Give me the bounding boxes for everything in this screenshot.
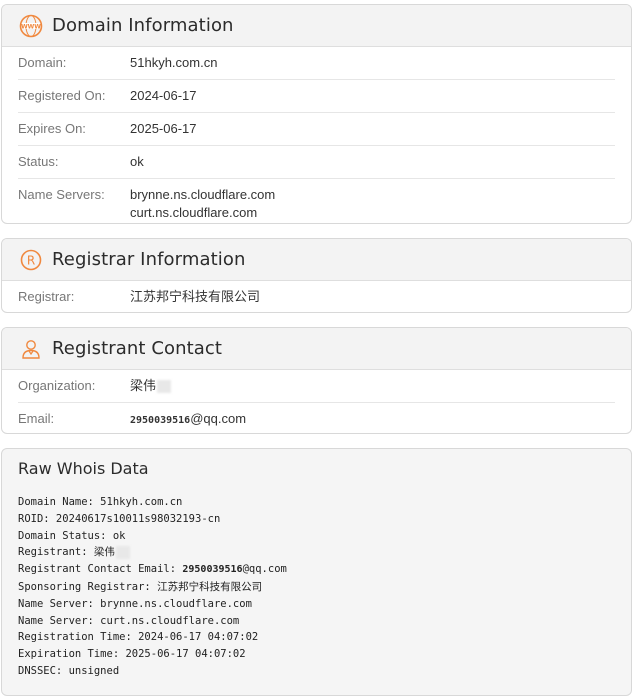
raw-registrant-text: Registrant: 梁伟	[18, 546, 115, 559]
redacted-block	[157, 380, 172, 394]
registrar-information-header: R Registrar Information	[2, 239, 631, 281]
expires-on-label: Expires On:	[18, 121, 86, 136]
domain-row: Domain: 51hkyh.com.cn	[18, 47, 615, 80]
organization-text: 梁伟	[130, 378, 157, 393]
name-server-1[interactable]: brynne.ns.cloudflare.com	[130, 186, 275, 204]
raw-line-domain-status: Domain Status: ok	[18, 529, 126, 542]
expires-on-value: 2025-06-17	[130, 121, 197, 136]
registrant-contact-header: Registrant Contact	[2, 328, 631, 370]
email-number: 2950039516	[130, 415, 191, 426]
raw-whois-card: Raw Whois Data Domain Name: 51hkyh.com.c…	[1, 448, 632, 696]
registrar-row: Registrar: 江苏邦宁科技有限公司	[18, 281, 615, 312]
email-value[interactable]: 2950039516@qq.com	[130, 410, 246, 430]
registered-on-row: Registered On: 2024-06-17	[18, 80, 615, 113]
organization-value: 梁伟	[130, 377, 172, 395]
raw-line-registrant: Registrant: 梁伟	[18, 544, 615, 561]
registrant-contact-card: Registrant Contact Organization: 梁伟 Emai…	[1, 327, 632, 434]
svg-text:WWW: WWW	[21, 23, 41, 30]
registrar-value: 江苏邦宁科技有限公司	[130, 289, 261, 304]
registered-on-label: Registered On:	[18, 88, 106, 103]
registered-on-value: 2024-06-17	[130, 88, 197, 103]
raw-email-number: 2950039516	[182, 564, 243, 576]
raw-line-registrant-email: Registrant Contact Email: 2950039516@qq.…	[18, 561, 615, 579]
status-label: Status:	[18, 154, 59, 169]
domain-value[interactable]: 51hkyh.com.cn	[130, 54, 217, 72]
raw-line-sponsoring-registrar: Sponsoring Registrar: 江苏邦宁科技有限公司	[18, 580, 263, 593]
raw-line-domain-name: Domain Name: 51hkyh.com.cn	[18, 496, 183, 508]
email-row: Email: 2950039516@qq.com	[18, 403, 615, 433]
registrar-information-card: R Registrar Information Registrar: 江苏邦宁科…	[1, 238, 632, 313]
raw-whois-body: Domain Name: 51hkyh.com.cn ROID: 20240617…	[2, 478, 631, 680]
raw-line-name-server-1: Name Server: brynne.ns.cloudflare.com	[18, 597, 252, 610]
www-icon: WWW	[18, 13, 44, 39]
expires-on-row: Expires On: 2025-06-17	[18, 113, 615, 146]
email-domain: @qq.com	[190, 411, 247, 426]
registrant-contact-title: Registrant Contact	[52, 338, 223, 359]
raw-line-dnssec: DNSSEC: unsigned	[18, 664, 120, 677]
raw-line-expiration-time: Expiration Time: 2025-06-17 04:07:02	[18, 648, 246, 661]
status-row: Status: ok	[18, 146, 615, 179]
redacted-block	[115, 545, 130, 559]
domain-information-title: Domain Information	[52, 15, 234, 36]
registered-icon: R	[18, 247, 44, 273]
organization-row: Organization: 梁伟	[18, 370, 615, 403]
raw-whois-title: Raw Whois Data	[18, 459, 149, 478]
raw-email-domain: @qq.com	[242, 563, 287, 576]
registrar-label: Registrar:	[18, 289, 75, 304]
domain-information-card: WWW Domain Information Domain: 51hkyh.co…	[1, 4, 632, 224]
name-servers-row: Name Servers: brynne.ns.cloudflare.com c…	[18, 179, 615, 223]
raw-line-name-server-2: Name Server: curt.ns.cloudflare.com	[18, 614, 240, 627]
raw-line-registration-time: Registration Time: 2024-06-17 04:07:02	[18, 631, 259, 644]
name-servers-value: brynne.ns.cloudflare.com curt.ns.cloudfl…	[130, 186, 275, 222]
raw-line-roid: ROID: 20240617s10011s98032193-cn	[18, 512, 221, 525]
registrar-information-title: Registrar Information	[52, 249, 246, 270]
domain-information-header: WWW Domain Information	[2, 5, 631, 47]
raw-email-label: Registrant Contact Email:	[18, 563, 183, 576]
person-icon	[18, 336, 44, 362]
name-servers-label: Name Servers:	[18, 187, 105, 202]
organization-label: Organization:	[18, 378, 96, 393]
name-server-2[interactable]: curt.ns.cloudflare.com	[130, 204, 275, 222]
status-value: ok	[130, 154, 144, 169]
domain-label: Domain:	[18, 55, 67, 70]
email-label: Email:	[18, 411, 55, 426]
svg-text:R: R	[27, 253, 35, 267]
